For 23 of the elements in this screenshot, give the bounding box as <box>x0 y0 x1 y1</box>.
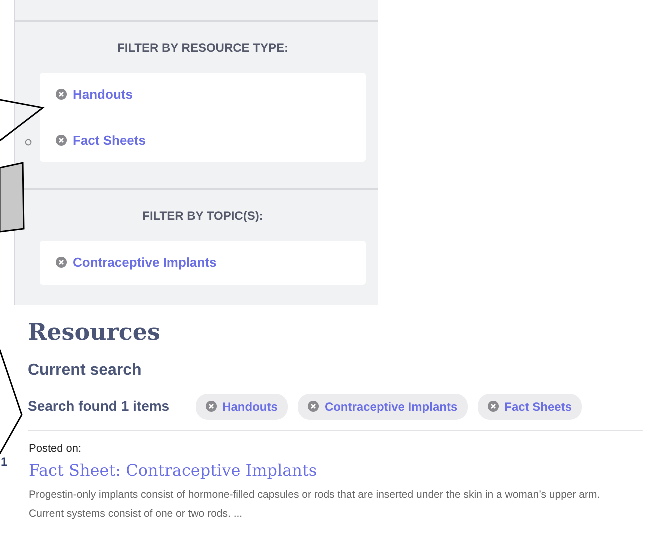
filter-heading: FILTER BY RESOURCE TYPE: <box>116 40 290 57</box>
callout-box <box>0 162 26 234</box>
remove-icon <box>488 401 499 412</box>
result-count: Search found 1 items <box>28 397 170 416</box>
circle-marker <box>25 139 32 146</box>
result-title-link[interactable]: Fact Sheet: Contraceptive Implants <box>29 459 318 484</box>
remove-icon <box>56 89 67 100</box>
filter-link[interactable]: Handouts <box>56 85 133 104</box>
remove-icon <box>56 134 67 146</box>
posted-label: Posted on: <box>29 442 83 457</box>
remove-icon <box>308 401 319 412</box>
page-title: Resources <box>28 319 162 347</box>
remove-icon <box>56 257 67 268</box>
remove-icon <box>206 401 217 412</box>
filter-link[interactable]: Contraceptive Implants <box>56 253 217 272</box>
filter-chip[interactable]: Contraceptive Implants <box>298 394 468 420</box>
filter-heading: FILTER BY TOPIC(S): <box>142 208 264 225</box>
result-number: 1 <box>1 454 9 471</box>
filter-chip[interactable]: Handouts <box>196 394 288 420</box>
result-summary: Progestin-only implants consist of hormone-filled capsules or rods that are inserted under the skin in a woman’s upper arm. Current systems consist of one or two rods. ... <box>29 488 602 522</box>
filter-chip[interactable]: Fact Sheets <box>478 394 582 420</box>
filter-link[interactable]: Fact Sheets <box>56 130 146 150</box>
section-heading: Current search <box>28 360 143 380</box>
